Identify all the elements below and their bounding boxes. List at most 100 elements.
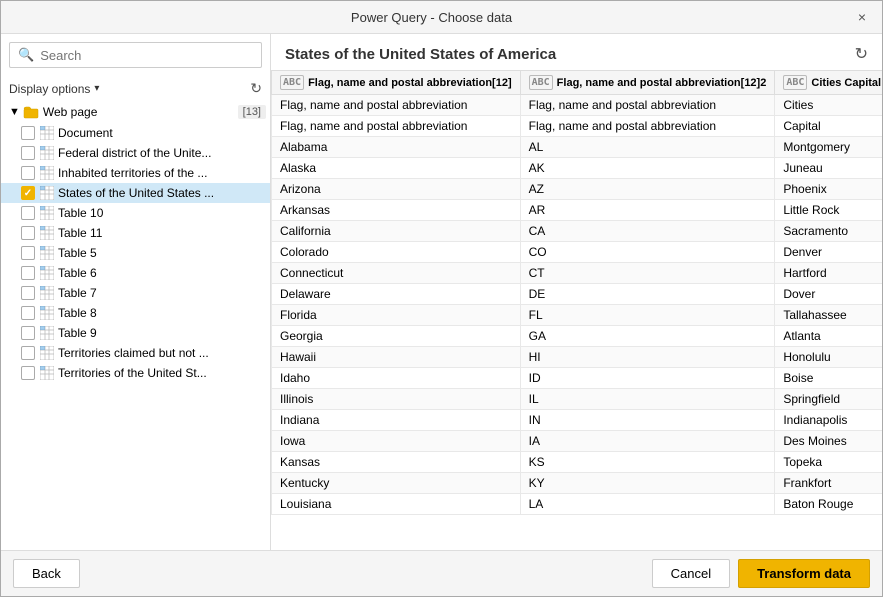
tree-item-checkbox[interactable] [21,166,35,180]
table-cell: Little Rock [775,200,882,221]
table-row[interactable]: ArkansasARLittle Rock [272,200,883,221]
table-cell: Springfield [775,389,882,410]
tree-item[interactable]: ✓ States of the United States ... [1,183,270,203]
table-row[interactable]: DelawareDEDover [272,284,883,305]
table-cell: Hawaii [272,347,521,368]
table-row[interactable]: ArizonaAZPhoenix [272,179,883,200]
tree-item[interactable]: Table 7 [1,283,270,303]
display-options[interactable]: Display options ▾ ↻ [1,76,270,101]
close-button[interactable]: × [852,7,872,27]
tree-item-checkbox[interactable] [21,226,35,240]
table-cell: ID [520,368,775,389]
table-cell: IA [520,431,775,452]
tree-item[interactable]: Territories claimed but not ... [1,343,270,363]
tree-item-checkbox[interactable] [21,366,35,380]
back-button[interactable]: Back [13,559,80,588]
table-icon [40,246,54,260]
tree-item-checkbox[interactable] [21,326,35,340]
table-cell: Des Moines [775,431,882,452]
tree-item-label: Territories claimed but not ... [58,346,266,360]
table-cell: Colorado [272,242,521,263]
tree-item-label: States of the United States ... [58,186,266,200]
table-row[interactable]: KentuckyKYFrankfort [272,473,883,494]
tree-item-checkbox[interactable] [21,306,35,320]
table-body: Flag, name and postal abbreviationFlag, … [272,95,883,515]
tree-item[interactable]: Table 10 [1,203,270,223]
tree-item-checkbox[interactable] [21,146,35,160]
tree-item[interactable]: Federal district of the Unite... [1,143,270,163]
table-row[interactable]: LouisianaLABaton Rouge [272,494,883,515]
tree-item[interactable]: Document [1,123,270,143]
table-cell: Tallahassee [775,305,882,326]
tree-item-checkbox[interactable] [21,286,35,300]
table-cell: GA [520,326,775,347]
table-icon [40,126,54,140]
tree-area: ▼ Web page [13] Document Federal distric… [1,101,270,550]
table-icon [40,266,54,280]
left-panel: 🔍 Display options ▾ ↻ ▼ Web page [1,34,271,550]
folder-icon [23,104,39,120]
tree-item-checkbox[interactable] [21,266,35,280]
table-cell: Dover [775,284,882,305]
tree-root-badge: [13] [238,105,266,119]
table-cell: Kansas [272,452,521,473]
table-row[interactable]: IowaIADes Moines [272,431,883,452]
table-icon [40,166,54,180]
tree-item-label: Table 7 [58,286,266,300]
tree-item-label: Table 11 [58,226,266,240]
column-label: Flag, name and postal abbreviation[12]2 [557,77,767,89]
table-scroll[interactable]: ABC Flag, name and postal abbreviation[12… [271,70,882,550]
tree-item[interactable]: Table 5 [1,243,270,263]
table-row[interactable]: IndianaINIndianapolis [272,410,883,431]
table-row[interactable]: FloridaFLTallahassee [272,305,883,326]
table-row[interactable]: Flag, name and postal abbreviationFlag, … [272,95,883,116]
search-input[interactable] [40,48,253,63]
tree-item[interactable]: Inhabited territories of the ... [1,163,270,183]
table-row[interactable]: IllinoisILSpringfield [272,389,883,410]
preview-refresh-icon[interactable]: ↻ [855,44,868,64]
tree-item[interactable]: Territories of the United St... [1,363,270,383]
table-row[interactable]: AlaskaAKJuneau [272,158,883,179]
refresh-icon[interactable]: ↻ [250,80,262,97]
tree-item[interactable]: Table 11 [1,223,270,243]
tree-item-checkbox[interactable] [21,246,35,260]
table-cell: Idaho [272,368,521,389]
transform-button[interactable]: Transform data [738,559,870,588]
table-cell: Illinois [272,389,521,410]
table-cell: California [272,221,521,242]
tree-item-checkbox[interactable] [21,346,35,360]
tree-item[interactable]: Table 6 [1,263,270,283]
column-type-icon: ABC [783,75,807,90]
tree-item[interactable]: Table 8 [1,303,270,323]
column-type-icon: ABC [280,75,304,90]
tree-item-label: Table 6 [58,266,266,280]
search-icon: 🔍 [18,47,34,63]
table-row[interactable]: ConnecticutCTHartford [272,263,883,284]
column-header: ABCFlag, name and postal abbreviation[12… [272,71,521,95]
table-row[interactable]: Flag, name and postal abbreviationFlag, … [272,116,883,137]
tree-item-checkbox[interactable]: ✓ [21,186,35,200]
tree-item[interactable]: Table 9 [1,323,270,343]
table-row[interactable]: KansasKSTopeka [272,452,883,473]
table-row[interactable]: HawaiiHIHonolulu [272,347,883,368]
table-row[interactable]: CaliforniaCASacramento [272,221,883,242]
tree-item-checkbox[interactable] [21,126,35,140]
table-cell: Sacramento [775,221,882,242]
cancel-button[interactable]: Cancel [652,559,730,588]
table-row[interactable]: ColoradoCODenver [272,242,883,263]
main-content: 🔍 Display options ▾ ↻ ▼ Web page [1,34,882,550]
tree-item-checkbox[interactable] [21,206,35,220]
tree-root[interactable]: ▼ Web page [13] [1,101,270,123]
table-icon [40,366,54,380]
table-icon [40,186,54,200]
chevron-down-icon: ▾ [94,83,99,94]
table-row[interactable]: GeorgiaGAAtlanta [272,326,883,347]
table-cell: Boise [775,368,882,389]
table-cell: DE [520,284,775,305]
table-row[interactable]: AlabamaALMontgomery [272,137,883,158]
table-icon [40,146,54,160]
table-row[interactable]: IdahoIDBoise [272,368,883,389]
column-type-icon: ABC [529,75,553,90]
title-bar: Power Query - Choose data × [1,1,882,34]
table-cell: KY [520,473,775,494]
